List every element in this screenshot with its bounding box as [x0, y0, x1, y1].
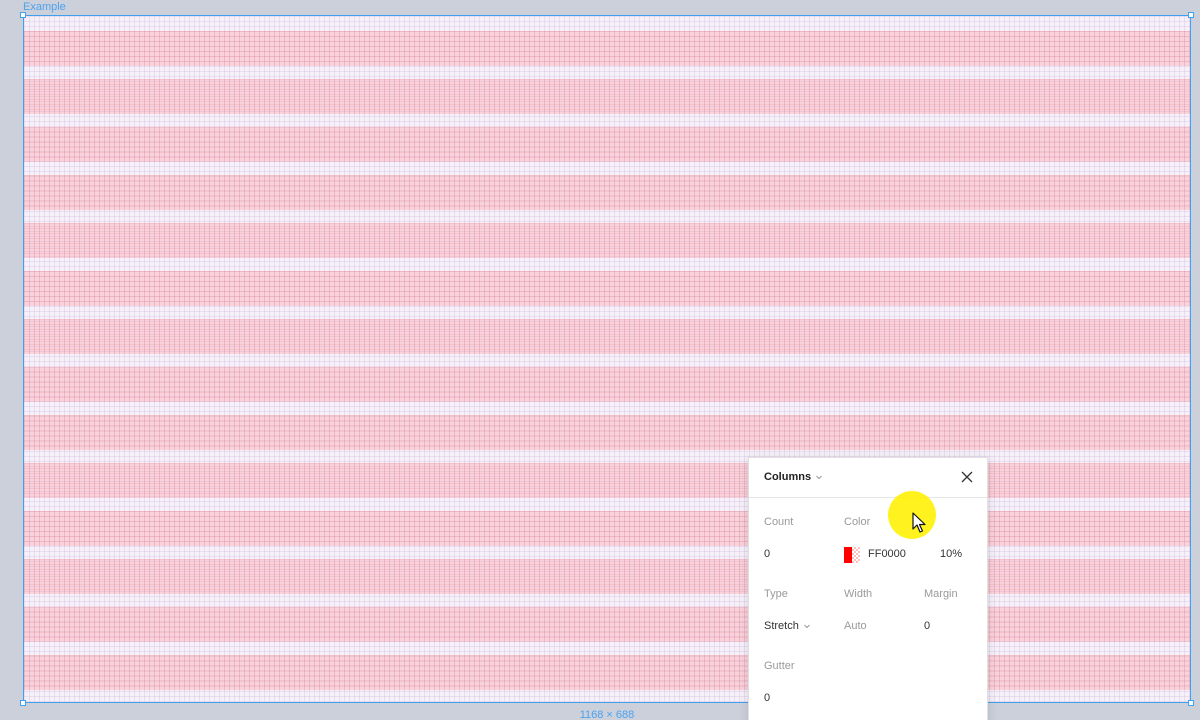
layout-grid-row [24, 415, 1190, 450]
type-select[interactable]: Stretch [764, 620, 811, 632]
layout-grid-row [24, 463, 1190, 498]
layout-grid-row [24, 223, 1190, 258]
count-input[interactable]: 0 [764, 548, 770, 560]
width-input[interactable]: Auto [844, 620, 867, 632]
color-swatch-solid [844, 547, 852, 563]
margin-input[interactable]: 0 [924, 620, 930, 632]
layout-grid-row [24, 655, 1190, 690]
canvas-frame[interactable] [23, 15, 1191, 703]
panel-title-label: Columns [764, 471, 812, 483]
type-label: Type [764, 588, 788, 600]
layout-grid-row [24, 367, 1190, 402]
color-swatch-alpha [852, 547, 860, 563]
count-label: Count [764, 516, 794, 528]
layout-grid-settings-panel: Columns Count Color 0 FF0000 10% Type Wi… [748, 457, 988, 720]
resize-handle-top-right[interactable] [1188, 12, 1194, 18]
color-swatch[interactable] [844, 547, 860, 563]
layout-grid-row [24, 31, 1190, 66]
chevron-down-icon [816, 475, 822, 480]
resize-handle-bottom-right[interactable] [1188, 700, 1194, 706]
arrow-cursor-icon [912, 512, 926, 533]
grid-type-dropdown[interactable]: Columns [764, 471, 823, 483]
type-select-value: Stretch [764, 620, 799, 632]
chevron-down-icon [804, 624, 810, 629]
close-icon[interactable] [959, 469, 975, 485]
color-hex-input[interactable]: FF0000 [868, 548, 906, 560]
resize-handle-bottom-left[interactable] [20, 700, 26, 706]
resize-handle-top-left[interactable] [20, 12, 26, 18]
frame-size-label: 1168 × 688 [579, 709, 635, 720]
layout-grid-row [24, 175, 1190, 210]
panel-header: Columns [749, 458, 987, 498]
gutter-input[interactable]: 0 [764, 692, 770, 704]
layout-grid-row [24, 607, 1190, 642]
width-label: Width [844, 588, 873, 600]
frame-name-label[interactable]: Example [23, 0, 66, 14]
layout-grid-row [24, 559, 1190, 594]
layout-grid-row [24, 319, 1190, 354]
margin-label: Margin [924, 588, 958, 600]
layout-grid-row [24, 511, 1190, 546]
layout-grid-row [24, 79, 1190, 114]
layout-grid-row [24, 127, 1190, 162]
color-label: Color [844, 516, 871, 528]
gutter-label: Gutter [764, 660, 795, 672]
layout-grid-row [24, 271, 1190, 306]
color-opacity-input[interactable]: 10% [940, 548, 962, 560]
